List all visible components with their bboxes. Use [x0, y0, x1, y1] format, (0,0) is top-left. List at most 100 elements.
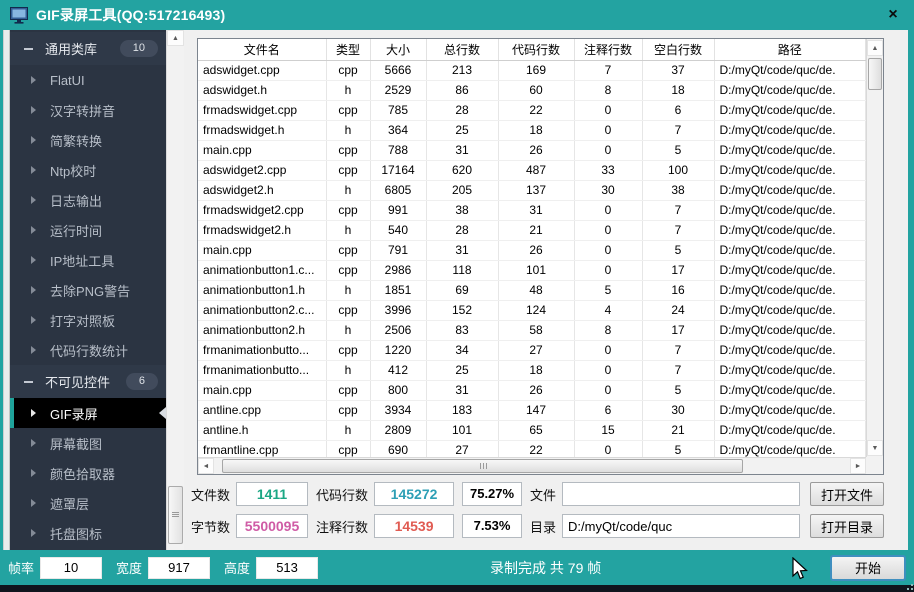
table-vertical-scrollbar[interactable]: ▲ ▼	[866, 39, 883, 457]
table-row[interactable]: frmadswidget.cppcpp785282206D:/myQt/code…	[198, 100, 866, 120]
table-row[interactable]: antline.hh2809101651521D:/myQt/code/quc/…	[198, 420, 866, 440]
horizontal-scrollbar-thumb[interactable]	[222, 459, 743, 473]
table-cell: cpp	[326, 380, 370, 400]
table-row[interactable]: main.cppcpp788312605D:/myQt/code/quc/de.	[198, 140, 866, 160]
table-cell: h	[326, 420, 370, 440]
open-directory-button[interactable]: 打开目录	[810, 514, 884, 538]
table-cell: 8	[574, 80, 642, 100]
table-row[interactable]: adswidget2.cppcpp1716462048733100D:/myQt…	[198, 160, 866, 180]
sidebar-item-label: 运行时间	[50, 221, 102, 240]
height-input[interactable]	[256, 557, 318, 579]
sidebar-item[interactable]: 日志输出	[10, 185, 166, 215]
table-cell: adswidget2.h	[198, 180, 326, 200]
sidebar-item[interactable]: Ntp校时	[10, 155, 166, 185]
table-cell: D:/myQt/code/quc/de.	[714, 200, 866, 220]
bottom-bar: 帧率 宽度 高度 录制完成 共 79 帧 开始	[0, 550, 914, 585]
table-cell: D:/myQt/code/quc/de.	[714, 420, 866, 440]
table-cell: 17	[642, 260, 714, 280]
chevron-right-icon	[31, 166, 36, 174]
table-cell: 7	[642, 120, 714, 140]
table-row[interactable]: frmadswidget2.cppcpp991383107D:/myQt/cod…	[198, 200, 866, 220]
column-header[interactable]: 类型	[326, 39, 370, 60]
app-window: GIF录屏工具(QQ:517216493) × 通用类库 10 FlatUI 汉…	[0, 0, 914, 592]
table-cell: 31	[498, 200, 574, 220]
frame-rate-input[interactable]	[40, 557, 102, 579]
table-cell: D:/myQt/code/quc/de.	[714, 80, 866, 100]
table-cell: 34	[426, 340, 498, 360]
table-row[interactable]: main.cppcpp800312605D:/myQt/code/quc/de.	[198, 380, 866, 400]
sidebar-item[interactable]: 运行时间	[10, 215, 166, 245]
table-row[interactable]: animationbutton2.c...cpp3996152124424D:/…	[198, 300, 866, 320]
column-header[interactable]: 代码行数	[498, 39, 574, 60]
table-horizontal-scrollbar[interactable]: ◄ ►	[198, 457, 866, 474]
table-cell: 26	[498, 240, 574, 260]
column-header[interactable]: 注释行数	[574, 39, 642, 60]
column-header[interactable]: 大小	[370, 39, 426, 60]
table-cell: 0	[574, 140, 642, 160]
table-row[interactable]: main.cppcpp791312605D:/myQt/code/quc/de.	[198, 240, 866, 260]
scroll-up-arrow-icon[interactable]: ▲	[867, 40, 883, 56]
sidebar-item[interactable]: FlatUI	[10, 65, 166, 95]
frame-rate-label: 帧率	[8, 558, 34, 577]
table-cell: animationbutton2.c...	[198, 300, 326, 320]
table-cell: 65	[498, 420, 574, 440]
file-path-input[interactable]	[562, 482, 800, 506]
column-header[interactable]: 路径	[714, 39, 866, 60]
sidebar-item[interactable]: IP地址工具	[10, 245, 166, 275]
table-row[interactable]: frmanimationbutto...h412251807D:/myQt/co…	[198, 360, 866, 380]
scroll-up-arrow-icon[interactable]: ▲	[167, 30, 184, 46]
table-cell: 1220	[370, 340, 426, 360]
table-cell: 21	[642, 420, 714, 440]
table-cell: 487	[498, 160, 574, 180]
directory-path-input[interactable]	[562, 514, 800, 538]
table-cell: 28	[426, 220, 498, 240]
sidebar-item[interactable]: GIF录屏	[10, 398, 166, 428]
table-row[interactable]: frmadswidget2.hh540282107D:/myQt/code/qu…	[198, 220, 866, 240]
scroll-right-arrow-icon[interactable]: ►	[850, 458, 866, 474]
scroll-down-arrow-icon[interactable]: ▼	[867, 440, 883, 456]
chevron-right-icon	[31, 529, 36, 537]
sidebar-item[interactable]: 遮罩层	[10, 488, 166, 518]
table-cell: 785	[370, 100, 426, 120]
sidebar-scrollbar[interactable]: ▲	[166, 30, 184, 550]
table-cell: D:/myQt/code/quc/de.	[714, 180, 866, 200]
sidebar-scrollbar-thumb[interactable]	[168, 486, 183, 544]
sidebar-item[interactable]: 颜色拾取器	[10, 458, 166, 488]
sidebar-item[interactable]: 汉字转拼音	[10, 95, 166, 125]
table-cell: 5	[642, 240, 714, 260]
table-row[interactable]: animationbutton1.c...cpp2986118101017D:/…	[198, 260, 866, 280]
sidebar-item[interactable]: 简繁转换	[10, 125, 166, 155]
column-header[interactable]: 空白行数	[642, 39, 714, 60]
table-row[interactable]: animationbutton2.hh25068358817D:/myQt/co…	[198, 320, 866, 340]
close-icon[interactable]: ×	[882, 4, 904, 26]
table-row[interactable]: adswidget.cppcpp5666213169737D:/myQt/cod…	[198, 60, 866, 80]
scroll-left-arrow-icon[interactable]: ◄	[198, 458, 214, 474]
table-cell: 788	[370, 140, 426, 160]
table-row[interactable]: animationbutton1.hh18516948516D:/myQt/co…	[198, 280, 866, 300]
sidebar-group-header[interactable]: 不可见控件 6	[10, 365, 166, 398]
table-cell: 24	[642, 300, 714, 320]
table-row[interactable]: antline.cppcpp3934183147630D:/myQt/code/…	[198, 400, 866, 420]
table-row[interactable]: frmadswidget.hh364251807D:/myQt/code/quc…	[198, 120, 866, 140]
open-file-button[interactable]: 打开文件	[810, 482, 884, 506]
start-button[interactable]: 开始	[830, 555, 906, 581]
sidebar-item[interactable]: 代码行数统计	[10, 335, 166, 365]
table-cell: 83	[426, 320, 498, 340]
table-row[interactable]: frmanimationbutto...cpp1220342707D:/myQt…	[198, 340, 866, 360]
sidebar-item[interactable]: 屏幕截图	[10, 428, 166, 458]
table-row[interactable]: adswidget.hh25298660818D:/myQt/code/quc/…	[198, 80, 866, 100]
table-cell: antline.h	[198, 420, 326, 440]
table-cell: 31	[426, 140, 498, 160]
resize-grip-icon[interactable]	[903, 582, 913, 592]
table-cell: D:/myQt/code/quc/de.	[714, 260, 866, 280]
sidebar-group-header[interactable]: 通用类库 10	[10, 32, 166, 65]
column-header[interactable]: 总行数	[426, 39, 498, 60]
vertical-scrollbar-thumb[interactable]	[868, 58, 882, 90]
sidebar-item[interactable]: 打字对照板	[10, 305, 166, 335]
column-header[interactable]: 文件名	[198, 39, 326, 60]
table-row[interactable]: adswidget2.hh68052051373038D:/myQt/code/…	[198, 180, 866, 200]
sidebar-item[interactable]: 去除PNG警告	[10, 275, 166, 305]
width-input[interactable]	[148, 557, 210, 579]
sidebar-item[interactable]: 托盘图标	[10, 518, 166, 548]
selected-accent-bar	[10, 518, 14, 548]
